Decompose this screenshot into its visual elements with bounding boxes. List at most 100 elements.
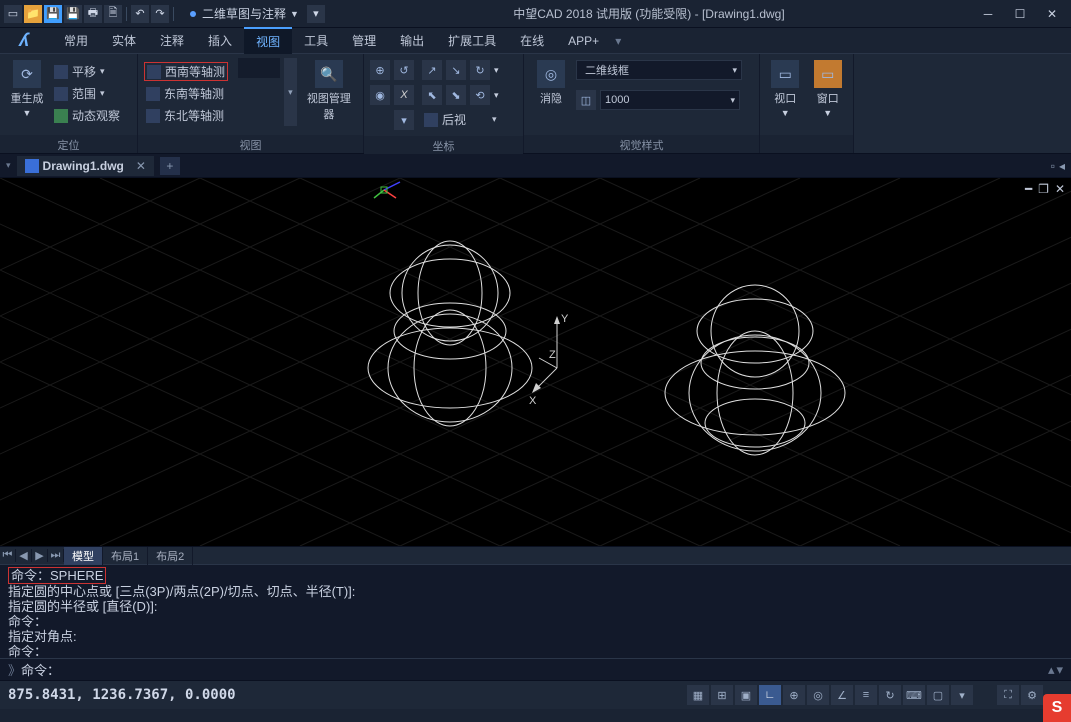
tab-home[interactable]: 常用 bbox=[52, 28, 100, 53]
cmd-line: 命令： bbox=[8, 644, 1063, 658]
tab-view[interactable]: 视图 bbox=[244, 27, 292, 54]
qat-preview-icon[interactable]: 🗎 bbox=[104, 5, 122, 23]
panel-title: 坐标 bbox=[364, 136, 523, 154]
ucs-world-icon[interactable]: ⊕ bbox=[370, 60, 390, 80]
render-icon[interactable]: ◫ bbox=[576, 90, 596, 110]
viewport-button[interactable]: ▭ 视口 ▼ bbox=[766, 58, 805, 120]
layout-tab-layout1[interactable]: 布局1 bbox=[103, 547, 148, 565]
otrack-toggle[interactable]: ∠ bbox=[831, 685, 853, 705]
regen-button[interactable]: ⟳ 重生成 ▼ bbox=[6, 58, 48, 120]
snap-toggle[interactable]: ⊞ bbox=[711, 685, 733, 705]
app-logo-icon[interactable]: ʎ bbox=[4, 28, 44, 54]
ucs-prev-icon[interactable]: ↺ bbox=[394, 60, 414, 80]
layout-tab-layout2[interactable]: 布局2 bbox=[148, 547, 193, 565]
ucs-3p-icon[interactable]: ↻ bbox=[470, 60, 490, 80]
fullscreen-toggle[interactable]: ⛶ bbox=[997, 685, 1019, 705]
cmd-down-icon[interactable]: ▾ bbox=[1056, 662, 1063, 678]
nav-first-icon[interactable]: ⏮ bbox=[0, 549, 16, 562]
cmd-line: 命令：SPHERE bbox=[8, 567, 1063, 584]
sw-iso-button[interactable]: 西南等轴测 bbox=[144, 62, 228, 81]
orbit-button[interactable]: 动态观察 bbox=[52, 106, 122, 125]
add-document-button[interactable]: + bbox=[160, 157, 180, 175]
qat-new-icon[interactable]: ▭ bbox=[4, 5, 22, 23]
ucs-z-icon[interactable]: ⬊ bbox=[446, 85, 466, 105]
grid-toggle[interactable]: ▦ bbox=[687, 685, 709, 705]
tab-manage[interactable]: 管理 bbox=[340, 28, 388, 53]
settings-toggle[interactable]: ⚙ bbox=[1021, 685, 1043, 705]
ortho-toggle[interactable]: ∟ bbox=[759, 685, 781, 705]
tab-solid[interactable]: 实体 bbox=[100, 28, 148, 53]
qat-save-icon[interactable]: 💾 bbox=[44, 5, 62, 23]
nav-last-icon[interactable]: ⏭ bbox=[48, 549, 64, 562]
tab-tools[interactable]: 工具 bbox=[292, 28, 340, 53]
visual-style-combo[interactable]: 二维线框▾ bbox=[576, 60, 742, 80]
extents-button[interactable]: 范围▾ bbox=[52, 84, 122, 103]
qat-undo-icon[interactable]: ↶ bbox=[131, 5, 149, 23]
close-button[interactable]: ✕ bbox=[1037, 3, 1067, 25]
vp-restore-icon[interactable]: ❐ bbox=[1038, 182, 1049, 196]
ucs-origin-marker bbox=[372, 178, 412, 208]
tab-insert[interactable]: 插入 bbox=[196, 28, 244, 53]
ucs-more-icon[interactable]: ▾ bbox=[394, 110, 414, 130]
dyn-input-toggle[interactable]: ⌨ bbox=[903, 685, 925, 705]
qat-print-icon[interactable]: 🖶 bbox=[84, 5, 102, 23]
osnap-toggle[interactable]: ◎ bbox=[807, 685, 829, 705]
annotation-toggle[interactable]: ▾ bbox=[951, 685, 973, 705]
ribbon-panel-visual: ◎ 消隐 二维线框▾ ◫ 1000▾ 视觉样式 bbox=[524, 54, 760, 153]
tab-app[interactable]: APP+ bbox=[556, 30, 611, 52]
doc-right-arrow-icon[interactable]: ◂ bbox=[1059, 159, 1065, 173]
model-toggle[interactable]: ▢ bbox=[927, 685, 949, 705]
cmd-caret-icon: 》 bbox=[8, 660, 21, 679]
document-tab-bar: ▾ Drawing1.dwg ✕ + ▫ ◂ bbox=[0, 154, 1071, 178]
layout-nav: ⏮ ◀ ▶ ⏭ bbox=[0, 549, 64, 562]
qat-more-icon[interactable]: ▾ bbox=[307, 5, 325, 23]
ribbon-panel-viewports: ▭ 视口 ▼ ▭ 窗口 ▼ bbox=[760, 54, 854, 153]
ucs-apply-icon[interactable]: ⟲ bbox=[470, 85, 490, 105]
close-tab-icon[interactable]: ✕ bbox=[136, 159, 146, 173]
qat-redo-icon[interactable]: ↷ bbox=[151, 5, 169, 23]
vp-close-icon[interactable]: ✕ bbox=[1055, 182, 1065, 196]
vp-minimize-icon[interactable]: ━ bbox=[1025, 182, 1032, 196]
rear-view-button[interactable]: 后视▾ bbox=[422, 110, 499, 129]
scale-combo[interactable]: 1000▾ bbox=[600, 90, 740, 110]
doc-right-icon[interactable]: ▫ bbox=[1051, 159, 1055, 173]
ucs-obj-icon[interactable]: ↘ bbox=[446, 60, 466, 80]
tab-ext-tools[interactable]: 扩展工具 bbox=[436, 28, 508, 53]
window-button[interactable]: ▭ 窗口 ▼ bbox=[809, 58, 848, 120]
pan-button[interactable]: 平移▾ bbox=[52, 62, 122, 81]
qat-saveas-icon[interactable]: 💾 bbox=[64, 5, 82, 23]
maximize-button[interactable]: ☐ bbox=[1005, 3, 1035, 25]
ime-indicator[interactable]: S bbox=[1043, 694, 1071, 722]
command-input-bar: 》 命令： ▴ ▾ bbox=[0, 658, 1071, 680]
view-manager-button[interactable]: 🔍 视图管理器 bbox=[301, 58, 357, 124]
view-extra-row[interactable] bbox=[238, 58, 280, 78]
lineweight-toggle[interactable]: ≡ bbox=[855, 685, 877, 705]
cmd-line: 指定圆的中心点或 [三点(3P)/两点(2P)/切点、切点、半径(T)]: bbox=[8, 584, 1063, 599]
cycle-toggle[interactable]: ↻ bbox=[879, 685, 901, 705]
x-axis-icon[interactable]: X bbox=[394, 85, 414, 105]
ucs-origin-icon[interactable]: ◉ bbox=[370, 85, 390, 105]
drawing-viewport[interactable]: ━ ❐ ✕ Y X bbox=[0, 178, 1071, 546]
polar-toggle[interactable]: ⊕ bbox=[783, 685, 805, 705]
cmd-up-icon[interactable]: ▴ bbox=[1048, 662, 1055, 678]
tab-online[interactable]: 在线 bbox=[508, 28, 556, 53]
ne-iso-button[interactable]: 东北等轴测 bbox=[144, 106, 228, 125]
tab-annotate[interactable]: 注释 bbox=[148, 28, 196, 53]
boundary-toggle[interactable]: ▣ bbox=[735, 685, 757, 705]
nav-next-icon[interactable]: ▶ bbox=[32, 549, 48, 562]
quick-access-toolbar: ▭ 📁 💾 💾 🖶 🗎 ↶ ↷ 二维草图与注释 ▼ ▾ bbox=[4, 3, 325, 24]
doc-tabs-menu-icon[interactable]: ▾ bbox=[6, 160, 11, 171]
hide-button[interactable]: ◎ 消隐 bbox=[530, 58, 572, 108]
qat-open-icon[interactable]: 📁 bbox=[24, 5, 42, 23]
workspace-selector[interactable]: 二维草图与注释 ▼ bbox=[184, 3, 305, 24]
minimize-button[interactable]: ─ bbox=[973, 3, 1003, 25]
ucs-face-icon[interactable]: ↗ bbox=[422, 60, 442, 80]
view-dropdown-icon[interactable]: ▾ bbox=[284, 58, 297, 126]
ribbon-collapse-icon[interactable]: ▾ bbox=[615, 34, 621, 48]
se-iso-button[interactable]: 东南等轴测 bbox=[144, 84, 228, 103]
nav-prev-icon[interactable]: ◀ bbox=[16, 549, 32, 562]
layout-tab-model[interactable]: 模型 bbox=[64, 547, 103, 565]
tab-output[interactable]: 输出 bbox=[388, 28, 436, 53]
document-tab[interactable]: Drawing1.dwg ✕ bbox=[17, 156, 154, 176]
ucs-view-icon[interactable]: ⬉ bbox=[422, 85, 442, 105]
